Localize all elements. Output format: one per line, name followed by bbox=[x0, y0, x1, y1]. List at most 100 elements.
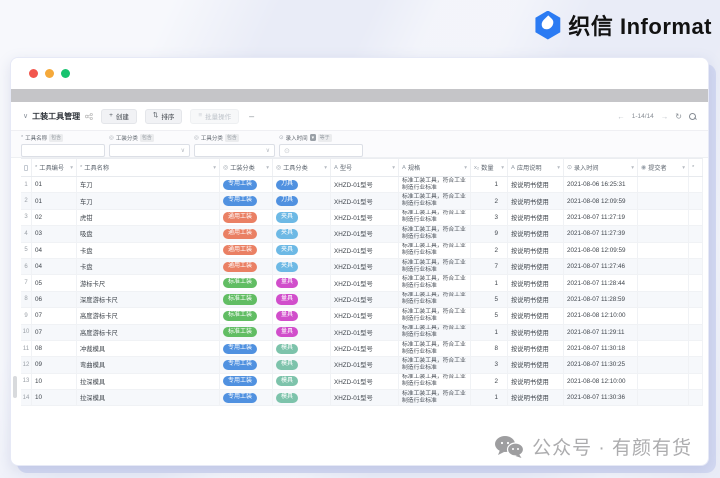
cell-tool-code[interactable]: 04 bbox=[32, 258, 77, 275]
cell-row-select[interactable]: 5 bbox=[21, 242, 32, 258]
cell-tool-code[interactable]: 07 bbox=[32, 308, 77, 324]
column-menu-caret-icon[interactable]: ▾ bbox=[70, 165, 73, 171]
cell-tool-name[interactable]: 深度游标卡尺 bbox=[77, 291, 220, 308]
more-actions-button[interactable]: – bbox=[249, 111, 254, 121]
column-header-extra[interactable]: * bbox=[689, 159, 703, 176]
column-header-tool-name[interactable]: * 工具名称 ▾ bbox=[77, 159, 220, 176]
column-header-quantity[interactable]: x₂ 数量 ▾ bbox=[471, 159, 508, 176]
cell-tool-code[interactable]: 10 bbox=[32, 390, 77, 406]
column-header-model[interactable]: A 型号 ▾ bbox=[331, 159, 399, 176]
prev-page-arrow-icon[interactable]: ← bbox=[617, 112, 625, 121]
cell-row-select[interactable]: 8 bbox=[21, 291, 32, 308]
tool-category-filter-select[interactable]: ∨ bbox=[194, 144, 275, 157]
cell-tool-name[interactable]: 吸盘 bbox=[77, 226, 220, 242]
select-all-checkbox[interactable] bbox=[24, 164, 28, 171]
table-row[interactable]: 12 09 弯曲模具 专用工装 模具 XHZD-01型号 标准工装工具，符合工业制造行业标准… bbox=[21, 357, 703, 374]
cell-tool-name[interactable]: 车刀 bbox=[77, 177, 220, 193]
cell-tool-code[interactable]: 08 bbox=[32, 340, 77, 357]
cell-tool-name[interactable]: 车刀 bbox=[77, 193, 220, 209]
cell-tool-name[interactable]: 拉深模具 bbox=[77, 373, 220, 390]
column-menu-caret-icon[interactable]: ▾ bbox=[557, 165, 560, 171]
cell-tool-name[interactable]: 拉深模具 bbox=[77, 390, 220, 406]
column-header-tool-category[interactable]: ◎ 工具分类 ▾ bbox=[273, 159, 331, 176]
column-header-submitter[interactable]: ◉ 提交者 ▾ bbox=[638, 159, 689, 176]
refresh-icon[interactable]: ↻ bbox=[675, 112, 682, 121]
column-menu-caret-icon[interactable]: ▾ bbox=[464, 165, 467, 171]
cell-tool-code[interactable]: 06 bbox=[32, 291, 77, 308]
cell-row-select[interactable]: 4 bbox=[21, 226, 32, 242]
table-row[interactable]: 7 05 游标卡尺 标准工装 量具 XHZD-01型号 标准工装工具，符合工业制造行业标准 1… bbox=[21, 275, 703, 292]
cell-row-select[interactable]: 10 bbox=[21, 324, 32, 340]
column-menu-caret-icon[interactable]: ▾ bbox=[501, 165, 504, 171]
table-row[interactable]: 9 07 高度游标卡尺 标准工装 量具 XHZD-01型号 标准工装工具，符合工业制造行业标… bbox=[21, 308, 703, 325]
column-header-entry-time[interactable]: ⊙ 录入时间 ▾ bbox=[564, 159, 638, 176]
next-page-arrow-icon[interactable]: → bbox=[661, 112, 669, 121]
cell-tool-code[interactable]: 07 bbox=[32, 324, 77, 340]
tool-name-filter-input[interactable] bbox=[21, 144, 105, 157]
cell-tool-code[interactable]: 01 bbox=[32, 193, 77, 209]
collapse-chevron-icon[interactable]: ∨ bbox=[23, 112, 28, 120]
maximize-window-button[interactable] bbox=[61, 69, 70, 78]
cell-tool-name[interactable]: 高度游标卡尺 bbox=[77, 324, 220, 340]
cell-row-select[interactable]: 14 bbox=[21, 390, 32, 406]
filter-settings-chip[interactable]: ▾ bbox=[309, 134, 316, 141]
cell-tool-code[interactable]: 05 bbox=[32, 275, 77, 291]
column-menu-caret-icon[interactable]: ▾ bbox=[266, 165, 269, 171]
cell-tool-name[interactable]: 卡盘 bbox=[77, 258, 220, 275]
cell-tool-category: 刀具 bbox=[273, 177, 331, 193]
table-row[interactable]: 2 01 车刀 专用工装 刀具 XHZD-01型号 标准工装工具，符合工业制造行业标准 2 按说… bbox=[21, 193, 703, 210]
table-row[interactable]: 8 06 深度游标卡尺 标准工装 量具 XHZD-01型号 标准工装工具，符合工业制造行业标… bbox=[21, 291, 703, 309]
entry-time-filter-input[interactable]: ⊙ bbox=[279, 144, 363, 157]
column-menu-caret-icon[interactable]: ▾ bbox=[682, 165, 685, 171]
column-header-spec[interactable]: A 规格 ▾ bbox=[399, 159, 471, 176]
column-menu-caret-icon[interactable]: ▾ bbox=[213, 165, 216, 171]
table-row[interactable]: 13 10 拉深模具 专用工装 模具 XHZD-01型号 标准工装工具，符合工业制造行业标准… bbox=[21, 373, 703, 391]
cell-row-select[interactable]: 2 bbox=[21, 193, 32, 209]
create-button[interactable]: + 创建 bbox=[101, 108, 137, 124]
cell-tool-code[interactable]: 01 bbox=[32, 177, 77, 193]
cell-tool-code[interactable]: 10 bbox=[32, 373, 77, 390]
search-icon[interactable] bbox=[689, 112, 696, 120]
table-row[interactable]: 1 01 车刀 专用工装 刀具 XHZD-01型号 标准工装工具，符合工业制造行业标准 1 按说… bbox=[21, 177, 703, 194]
table-body: 1 01 车刀 专用工装 刀具 XHZD-01型号 标准工装工具，符合工业制造行业标准 1 按说… bbox=[21, 177, 703, 407]
column-menu-caret-icon[interactable]: ▾ bbox=[324, 165, 327, 171]
close-window-button[interactable] bbox=[29, 69, 38, 78]
cell-row-select[interactable]: 12 bbox=[21, 357, 32, 373]
cell-row-select[interactable]: 6 bbox=[21, 258, 32, 275]
column-menu-caret-icon[interactable]: ▾ bbox=[392, 165, 395, 171]
table-row[interactable]: 11 08 冲裁模具 专用工装 模具 XHZD-01型号 标准工装工具，符合工业制造行业标准… bbox=[21, 340, 703, 358]
cell-row-select[interactable]: 9 bbox=[21, 308, 32, 324]
cell-tool-name[interactable]: 卡盘 bbox=[77, 242, 220, 258]
tooling-category-filter-select[interactable]: ∨ bbox=[109, 144, 190, 157]
cell-tool-code[interactable]: 09 bbox=[32, 357, 77, 373]
table-row[interactable]: 3 02 虎钳 通用工装 夹具 XHZD-01型号 标准工装工具，符合工业制造行业标准 3 按说… bbox=[21, 209, 703, 227]
column-header-row-select[interactable] bbox=[21, 159, 32, 176]
table-row[interactable]: 6 04 卡盘 通用工装 夹具 XHZD-01型号 标准工装工具，符合工业制造行业标准 7 按说… bbox=[21, 258, 703, 276]
cell-row-select[interactable]: 13 bbox=[21, 373, 32, 390]
column-menu-caret-icon[interactable]: ▾ bbox=[631, 165, 634, 171]
column-header-tooling-category[interactable]: ◎ 工装分类 ▾ bbox=[220, 159, 273, 176]
cell-tool-name[interactable]: 游标卡尺 bbox=[77, 275, 220, 291]
cell-row-select[interactable]: 11 bbox=[21, 340, 32, 357]
cell-tool-name[interactable]: 冲裁模具 bbox=[77, 340, 220, 357]
cell-tool-name[interactable]: 虎钳 bbox=[77, 209, 220, 226]
column-header-tool-code[interactable]: * 工具编号 ▾ bbox=[32, 159, 77, 176]
cell-tool-name[interactable]: 高度游标卡尺 bbox=[77, 308, 220, 324]
batch-actions-button[interactable]: ≡ 批量操作 bbox=[190, 108, 240, 124]
table-row[interactable]: 5 04 卡盘 通用工装 夹具 XHZD-01型号 标准工装工具，符合工业制造行业标准 2 按说… bbox=[21, 242, 703, 259]
cell-row-select[interactable]: 7 bbox=[21, 275, 32, 291]
cell-tool-code[interactable]: 03 bbox=[32, 226, 77, 242]
share-icon[interactable] bbox=[85, 112, 93, 120]
sort-button[interactable]: ⇅ 排序 bbox=[144, 108, 183, 124]
cell-tool-code[interactable]: 02 bbox=[32, 209, 77, 226]
cell-row-select[interactable]: 3 bbox=[21, 209, 32, 226]
table-row[interactable]: 10 07 高度游标卡尺 标准工装 量具 XHZD-01型号 标准工装工具，符合工业制造行业… bbox=[21, 324, 703, 341]
column-header-usage[interactable]: A 应用说明 ▾ bbox=[508, 159, 564, 176]
table-row[interactable]: 4 03 吸盘 通用工装 夹具 XHZD-01型号 标准工装工具，符合工业制造行业标准 9 按说… bbox=[21, 226, 703, 243]
cell-row-select[interactable]: 1 bbox=[21, 177, 32, 193]
cell-tool-name[interactable]: 弯曲模具 bbox=[77, 357, 220, 373]
cell-tool-code[interactable]: 04 bbox=[32, 242, 77, 258]
minimize-window-button[interactable] bbox=[45, 69, 54, 78]
table-row[interactable]: 14 10 拉深模具 专用工装 模具 XHZD-01型号 标准工装工具，符合工业制造行业标准… bbox=[21, 390, 703, 407]
scrollbar-grip[interactable] bbox=[13, 376, 17, 398]
